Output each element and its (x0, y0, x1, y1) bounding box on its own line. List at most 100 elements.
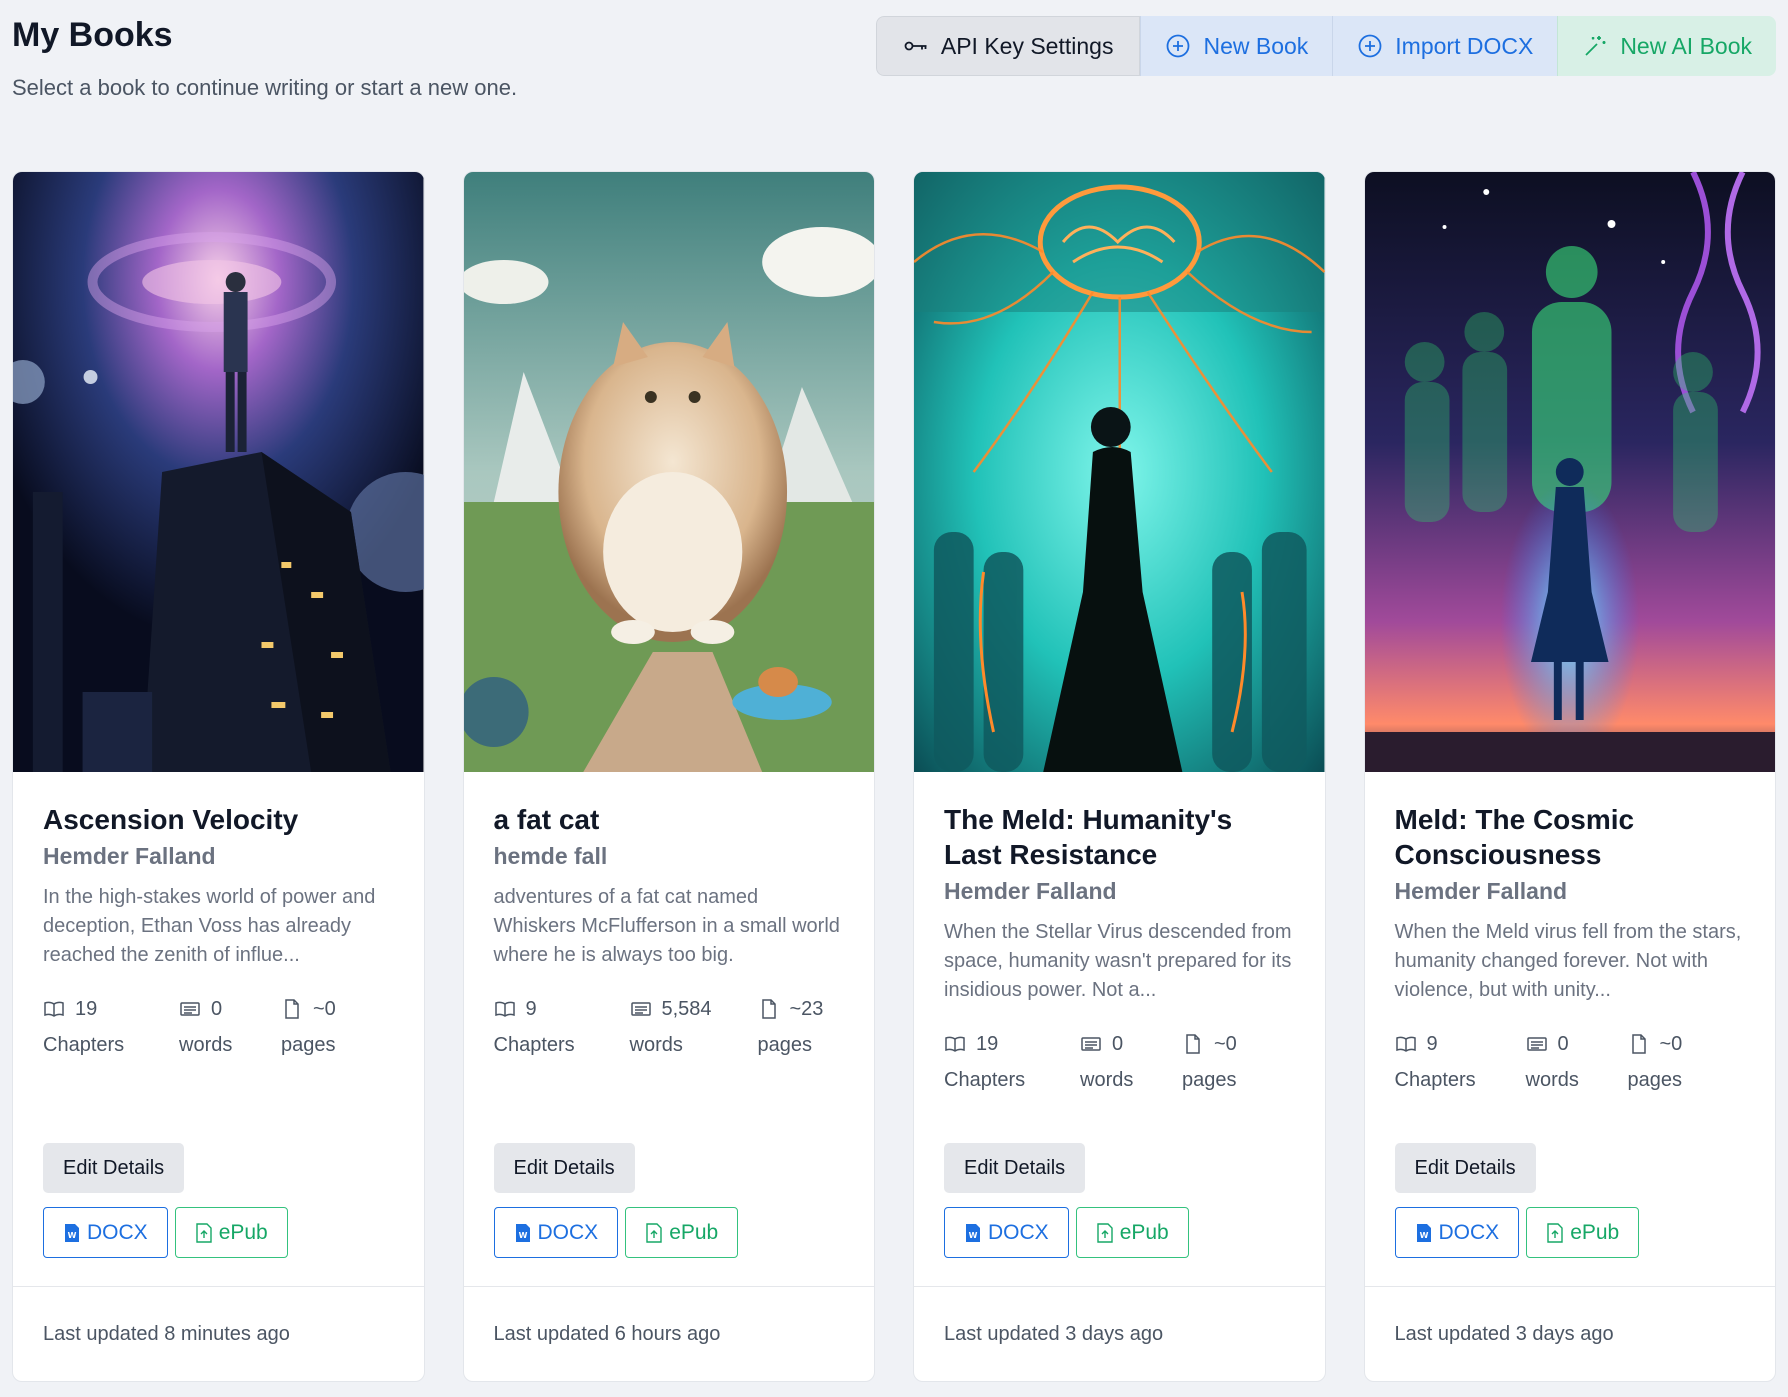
api-key-settings-label: API Key Settings (940, 32, 1114, 59)
book-stats: 19 Chapters 0 words ~0 pages (43, 997, 394, 1056)
book-description: adventures of a fat cat named Whiskers M… (493, 886, 840, 966)
chapters-count: 9 (1426, 1032, 1438, 1055)
chapters-label: Chapters (944, 1069, 1026, 1091)
book-actions: Edit Details W DOCX ePub (944, 1143, 1189, 1258)
key-icon (904, 41, 927, 51)
book-card[interactable]: The Meld: Humanity's Last Resistance Hem… (913, 171, 1326, 1382)
book-open-icon (1395, 1036, 1416, 1052)
plus-circle-icon (1167, 34, 1190, 58)
pages-label: pages (281, 1034, 336, 1056)
plus-circle-icon (1358, 34, 1382, 58)
words-label: words (1525, 1069, 1579, 1091)
epub-label: ePub (1119, 1220, 1169, 1244)
card-footer: Last updated 3 days ago (914, 1286, 1325, 1381)
book-title[interactable]: a fat cat (494, 802, 845, 837)
book-stats: 19 Chapters 0 words ~0 pages (944, 1032, 1295, 1091)
last-updated: Last updated 3 days ago (1394, 1322, 1614, 1345)
words-label: words (629, 1034, 683, 1056)
epub-file-icon (1096, 1222, 1113, 1243)
book-stats: 9 Chapters 0 words ~0 pages (1394, 1032, 1746, 1091)
word-file-icon: W (515, 1223, 530, 1242)
words-stat: 0 words (1525, 1032, 1628, 1091)
words-stat: 5,584 words (629, 997, 758, 1056)
book-actions: Edit Details W DOCX ePub (43, 1143, 288, 1258)
chapters-stat: 9 Chapters (1394, 1032, 1526, 1091)
download-epub-button[interactable]: ePub (1526, 1207, 1640, 1258)
download-epub-button[interactable]: ePub (174, 1207, 288, 1258)
download-epub-button[interactable]: ePub (625, 1207, 739, 1258)
pages-count: ~0 (1659, 1032, 1683, 1055)
chapters-stat: 19 Chapters (43, 997, 179, 1056)
edit-details-button[interactable]: Edit Details (43, 1143, 185, 1193)
text-lines-icon (180, 1002, 200, 1016)
pages-stat: ~0 pages (1627, 1032, 1683, 1091)
pages-stat: ~0 pages (1182, 1033, 1237, 1091)
epub-file-icon (195, 1222, 212, 1243)
word-file-icon: W (65, 1223, 79, 1242)
book-title[interactable]: Ascension Velocity (43, 802, 394, 837)
svg-text:W: W (68, 1231, 77, 1240)
chapters-count: 9 (525, 997, 537, 1020)
pages-label: pages (757, 1034, 813, 1056)
book-stats: 9 Chapters 5,584 words ~23 pages (494, 997, 845, 1056)
import-docx-button[interactable]: Import DOCX (1332, 16, 1558, 76)
last-updated: Last updated 8 minutes ago (43, 1322, 290, 1345)
download-docx-button[interactable]: W DOCX (43, 1207, 168, 1258)
magic-wand-icon (1585, 36, 1606, 56)
pages-stat: ~0 pages (281, 997, 336, 1056)
download-docx-button[interactable]: W DOCX (493, 1207, 619, 1258)
new-book-button[interactable]: New Book (1140, 16, 1333, 76)
new-ai-book-button[interactable]: New AI Book (1557, 16, 1776, 76)
book-grid: Ascension Velocity Hemder Falland In the… (12, 171, 1776, 1382)
words-count: 0 (1557, 1032, 1569, 1055)
book-description: When the Meld virus fell from the stars,… (1394, 921, 1742, 1001)
edit-details-button[interactable]: Edit Details (1394, 1143, 1536, 1193)
download-buttons: W DOCX ePub (944, 1207, 1189, 1258)
new-book-label: New Book (1203, 32, 1309, 59)
docx-label: DOCX (1438, 1220, 1500, 1244)
edit-details-button[interactable]: Edit Details (493, 1143, 635, 1193)
book-card[interactable]: Ascension Velocity Hemder Falland In the… (12, 171, 425, 1382)
book-description: When the Stellar Virus descended from sp… (944, 921, 1292, 1001)
card-footer: Last updated 8 minutes ago (13, 1286, 424, 1381)
download-docx-button[interactable]: W DOCX (1394, 1207, 1520, 1258)
words-label: words (1080, 1069, 1134, 1091)
card-footer: Last updated 6 hours ago (463, 1286, 874, 1381)
import-docx-label: Import DOCX (1395, 32, 1534, 59)
download-docx-button[interactable]: W DOCX (944, 1207, 1069, 1258)
book-card[interactable]: Meld: The Cosmic Consciousness Hemder Fa… (1363, 171, 1776, 1382)
edit-details-button[interactable]: Edit Details (944, 1143, 1086, 1193)
book-actions: Edit Details W DOCX ePub (1394, 1143, 1640, 1258)
pages-label: pages (1182, 1069, 1237, 1091)
words-stat: 0 words (179, 998, 281, 1056)
download-buttons: W DOCX ePub (493, 1207, 739, 1258)
book-description: In the high-stakes world of power and de… (43, 886, 376, 966)
pages-count: ~23 (789, 997, 824, 1020)
download-buttons: W DOCX ePub (43, 1207, 288, 1258)
svg-text:W: W (969, 1231, 978, 1240)
book-card[interactable]: a fat cat hemde fall adventures of a fat… (462, 171, 875, 1382)
book-author: Hemder Falland (1394, 878, 1568, 904)
chapters-label: Chapters (43, 1034, 125, 1056)
book-title[interactable]: Meld: The Cosmic Consciousness (1395, 802, 1746, 872)
epub-label: ePub (218, 1220, 268, 1244)
pages-count: ~0 (313, 997, 336, 1020)
epub-label: ePub (1570, 1220, 1620, 1244)
svg-text:W: W (518, 1231, 527, 1240)
chapters-count: 19 (75, 997, 98, 1020)
pages-label: pages (1627, 1069, 1683, 1091)
toolbar: API Key Settings New Book Import DOCX Ne… (875, 16, 1776, 76)
book-cover-image (1364, 172, 1775, 772)
docx-label: DOCX (87, 1220, 148, 1244)
api-key-settings-button[interactable]: API Key Settings (875, 16, 1141, 76)
chapters-stat: 19 Chapters (944, 1033, 1080, 1091)
download-buttons: W DOCX ePub (1394, 1207, 1640, 1258)
text-lines-icon (1081, 1037, 1101, 1051)
book-title[interactable]: The Meld: Humanity's Last Resistance (944, 802, 1295, 872)
chapters-label: Chapters (1394, 1069, 1476, 1091)
page-icon (761, 999, 776, 1019)
docx-label: DOCX (537, 1220, 599, 1244)
download-epub-button[interactable]: ePub (1075, 1207, 1189, 1258)
words-count: 0 (1112, 1032, 1124, 1055)
words-count: 5,584 (661, 997, 712, 1020)
